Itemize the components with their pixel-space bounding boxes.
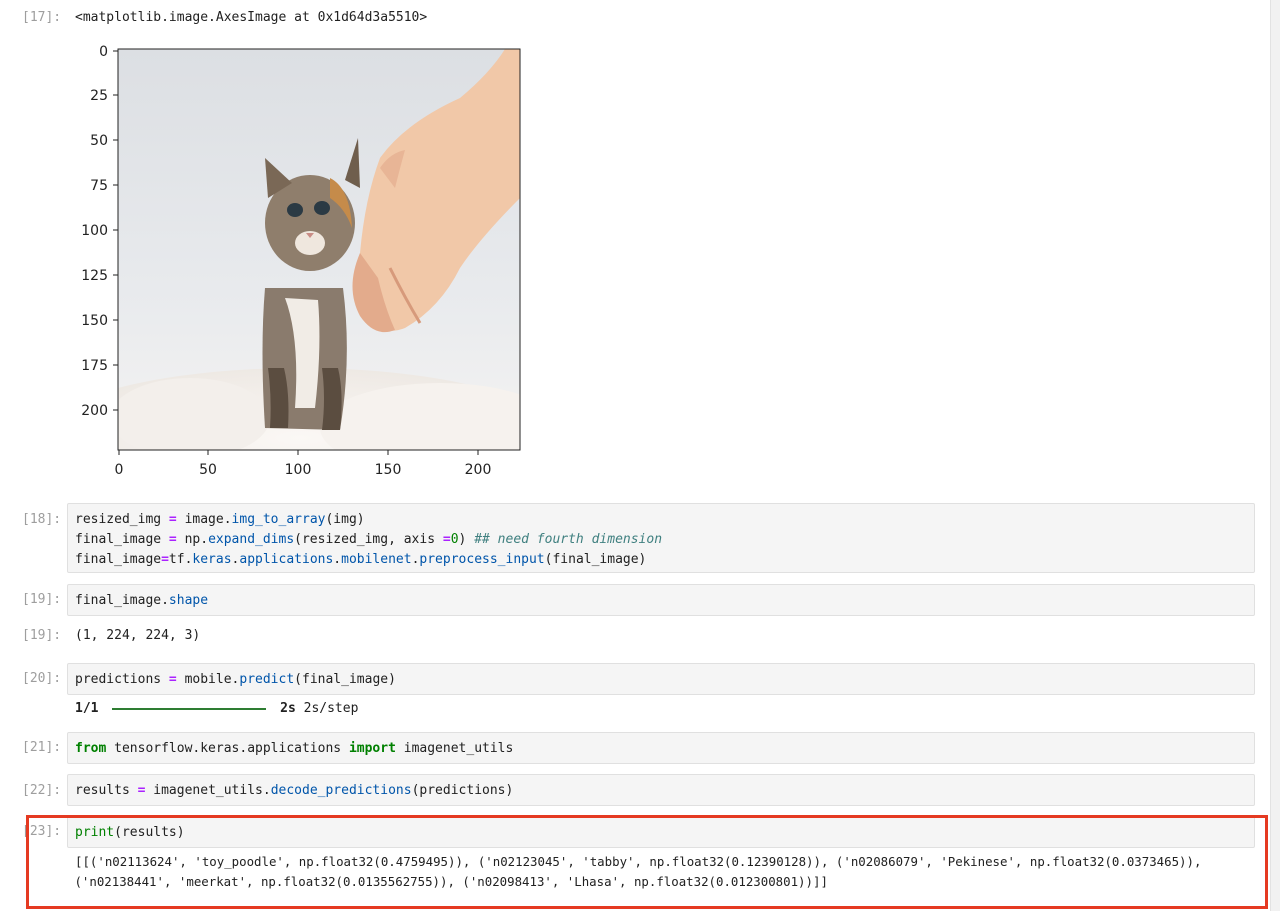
x-axis: 0 50 100 150 200 — [115, 450, 492, 478]
x-tick-label: 0 — [115, 462, 124, 478]
x-tick-label: 150 — [375, 462, 402, 478]
y-tick-label: 25 — [90, 88, 108, 104]
scrollbar[interactable] — [1270, 0, 1280, 911]
cell-22-code-editor[interactable]: results = imagenet_utils.decode_predicti… — [67, 774, 1255, 806]
cell-21-prompt: [21]: — [22, 740, 62, 755]
cell-22-prompt: [22]: — [22, 783, 62, 798]
code-line: final_image=tf.keras.applications.mobile… — [75, 552, 647, 567]
y-tick-label: 0 — [99, 44, 108, 60]
x-tick-label: 100 — [285, 462, 312, 478]
cell-20-code-editor[interactable]: predictions = mobile.predict(final_image… — [67, 663, 1255, 695]
progress-time: 2s — [280, 701, 296, 716]
notebook: [17]: <matplotlib.image.AxesImage at 0x1… — [0, 0, 1270, 911]
cell-20-prompt: [20]: — [22, 671, 62, 686]
cell-18-prompt: [18]: — [22, 512, 62, 527]
cell-17-output-text: <matplotlib.image.AxesImage at 0x1d64d3a… — [75, 10, 428, 25]
cell-17-output-prompt: [17]: — [22, 10, 62, 25]
y-tick-label: 50 — [90, 133, 108, 149]
code-line: final_image = np.expand_dims(resized_img… — [75, 532, 663, 547]
x-tick-label: 50 — [199, 462, 217, 478]
x-tick-label: 200 — [465, 462, 492, 478]
cell-19-prompt: [19]: — [22, 592, 62, 607]
kitten-image — [118, 49, 520, 450]
cell-19-code-editor[interactable]: final_image.shape — [67, 584, 1255, 616]
cell-21-code-editor[interactable]: from tensorflow.keras.applications impor… — [67, 732, 1255, 764]
code-line: resized_img = image.img_to_array(img) — [75, 512, 365, 527]
y-axis: 0 25 50 75 100 125 150 175 200 — [81, 44, 118, 419]
progress-bar — [112, 707, 267, 710]
cell-19-output-prompt: [19]: — [22, 628, 62, 643]
cell-19-output: (1, 224, 224, 3) — [75, 628, 201, 643]
y-tick-label: 175 — [81, 358, 108, 374]
progress-step: 1/1 — [75, 701, 99, 716]
progress-rate: 2s/step — [303, 701, 359, 716]
cell-20-progress-output: 1/1 2s 2s/step — [75, 699, 358, 719]
matplotlib-figure: 0 25 50 75 100 125 150 175 200 0 50 100 … — [81, 44, 521, 478]
y-tick-label: 75 — [90, 178, 108, 194]
highlight-box — [26, 815, 1268, 909]
cell-18-code-editor[interactable]: resized_img = image.img_to_array(img) fi… — [67, 503, 1255, 573]
y-tick-label: 125 — [81, 268, 108, 284]
y-tick-label: 200 — [81, 403, 108, 419]
y-tick-label: 100 — [81, 223, 108, 239]
y-tick-label: 150 — [81, 313, 108, 329]
